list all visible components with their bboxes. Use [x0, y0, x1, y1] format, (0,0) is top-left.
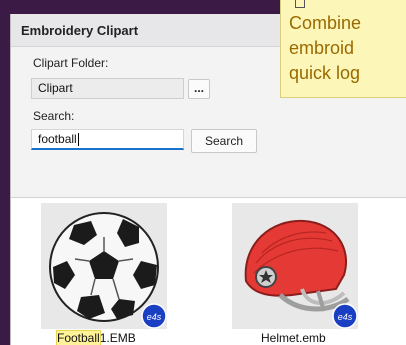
embroidery-badge-icon: e4s: [332, 303, 358, 329]
search-label: Search:: [33, 109, 75, 123]
tooltip-line: quick log: [289, 63, 361, 83]
clipart-folder-label: Clipart Folder:: [33, 56, 109, 70]
tooltip-popup: Combine embroid quick log: [280, 0, 406, 98]
embroidery-badge-icon: e4s: [141, 303, 167, 329]
result-name-rest: 1.EMB: [99, 331, 136, 345]
search-input-value: football: [38, 132, 77, 146]
search-input[interactable]: football: [31, 129, 184, 150]
text-caret: [77, 133, 79, 147]
tooltip-line: embroid: [289, 38, 355, 58]
result-item-helmet[interactable]: e4s: [232, 203, 358, 329]
badge-text: e4s: [147, 312, 162, 322]
tooltip-icon: [295, 0, 305, 8]
result-item-football[interactable]: e4s: [41, 203, 167, 329]
result-caption-football[interactable]: Football1.EMB: [56, 330, 136, 345]
tooltip-line: Combine: [289, 13, 362, 33]
result-caption-helmet[interactable]: Helmet.emb: [261, 331, 326, 345]
panel-title: Embroidery Clipart: [21, 23, 139, 38]
result-name: Helmet.emb: [261, 331, 326, 345]
badge-text: e4s: [338, 312, 353, 322]
clipart-folder-field[interactable]: Clipart: [31, 78, 184, 99]
browse-folder-button[interactable]: ...: [188, 79, 210, 99]
clipart-results: e4s Football1.EMB e4s Helmet.emb: [11, 198, 406, 345]
search-highlight: Football: [56, 330, 101, 345]
search-button[interactable]: Search: [191, 129, 257, 153]
